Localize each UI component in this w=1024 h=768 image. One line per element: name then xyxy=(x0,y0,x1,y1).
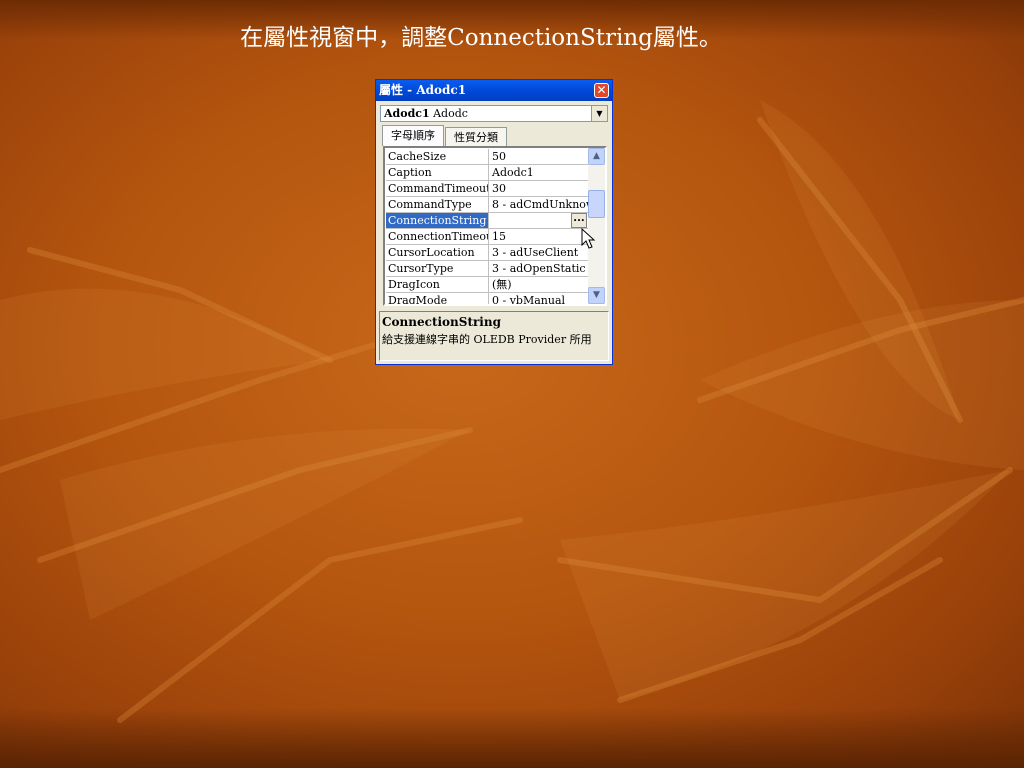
tab-categorized[interactable]: 性質分類 xyxy=(445,127,507,146)
property-value[interactable]: (無) xyxy=(490,277,589,292)
property-name: DragMode xyxy=(386,293,489,304)
tab-alphabetic[interactable]: 字母順序 xyxy=(382,125,444,146)
property-row[interactable]: ConnectionTimeout 15 xyxy=(386,229,589,245)
description-text: 給支援連線字串的 OLEDB Provider 所用 xyxy=(382,333,592,346)
property-value[interactable]: 30 xyxy=(490,181,589,196)
property-value[interactable]: 15 xyxy=(490,229,589,244)
property-name: CursorType xyxy=(386,261,489,276)
property-name: ConnectionString xyxy=(386,213,489,228)
vertical-scrollbar[interactable]: ▲ ▼ xyxy=(588,148,605,304)
slide-title: 在屬性視窗中，調整ConnectionString屬性。 xyxy=(240,25,722,51)
scroll-up-icon[interactable]: ▲ xyxy=(588,148,605,165)
description-title: ConnectionString xyxy=(382,315,501,329)
property-row[interactable]: DragIcon (無) xyxy=(386,277,589,293)
property-value[interactable]: 8 - adCmdUnknown xyxy=(490,197,589,212)
object-name: Adodc1 xyxy=(384,107,430,120)
property-grid[interactable]: CacheSize 50 Caption Adodc1 CommandTimeo… xyxy=(383,146,607,306)
window-titlebar[interactable]: 屬性 - Adodc1 ✕ xyxy=(376,80,612,101)
property-row[interactable]: DragMode 0 - vbManual xyxy=(386,293,589,304)
property-name: DragIcon xyxy=(386,277,489,292)
object-selector-dropdown[interactable]: Adodc1 Adodc ▼ xyxy=(380,105,608,122)
mouse-cursor-icon xyxy=(581,228,596,249)
window-title: 屬性 - Adodc1 xyxy=(379,83,467,97)
property-row-selected[interactable]: ConnectionString ... xyxy=(386,213,589,229)
close-icon[interactable]: ✕ xyxy=(594,83,609,98)
chevron-down-icon[interactable]: ▼ xyxy=(591,106,607,121)
property-value[interactable]: Adodc1 xyxy=(490,165,589,180)
ellipsis-button[interactable]: ... xyxy=(571,213,587,228)
property-value[interactable]: 3 - adUseClient xyxy=(490,245,589,260)
properties-window[interactable]: 屬性 - Adodc1 ✕ Adodc1 Adodc ▼ 字母順序 性質分類 C… xyxy=(375,79,613,365)
property-name: CacheSize xyxy=(386,149,489,164)
property-value[interactable]: 50 xyxy=(490,149,589,164)
scroll-thumb[interactable] xyxy=(588,190,605,218)
property-value[interactable]: 3 - adOpenStatic xyxy=(490,261,589,276)
property-row[interactable]: CommandTimeout 30 xyxy=(386,181,589,197)
property-row[interactable]: CursorLocation 3 - adUseClient xyxy=(386,245,589,261)
property-name: CommandType xyxy=(386,197,489,212)
property-value[interactable]: 0 - vbManual xyxy=(490,293,589,304)
object-type: Adodc xyxy=(433,107,468,120)
property-row[interactable]: Caption Adodc1 xyxy=(386,165,589,181)
description-pane: ConnectionString 給支援連線字串的 OLEDB Provider… xyxy=(379,311,609,361)
property-row[interactable]: CacheSize 50 xyxy=(386,149,589,165)
property-row[interactable]: CommandType 8 - adCmdUnknown xyxy=(386,197,589,213)
property-name: CommandTimeout xyxy=(388,181,489,196)
scroll-down-icon[interactable]: ▼ xyxy=(588,287,605,304)
property-name: CursorLocation xyxy=(386,245,489,260)
property-row[interactable]: CursorType 3 - adOpenStatic xyxy=(386,261,589,277)
property-name: Caption xyxy=(386,165,489,180)
property-name: ConnectionTimeout xyxy=(388,229,489,244)
